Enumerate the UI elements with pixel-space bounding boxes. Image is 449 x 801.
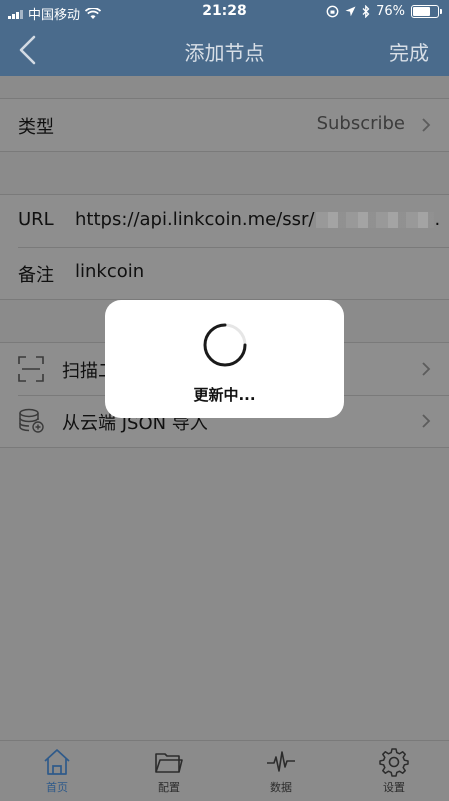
rotation-lock-icon	[326, 5, 339, 18]
note-row[interactable]: 备注 linkcoin	[0, 247, 449, 299]
loading-spinner-icon	[203, 323, 247, 367]
status-bar: 中国移动 21:28 76%	[0, 0, 449, 24]
url-row[interactable]: URL https://api.linkcoin.me/ssr/.	[0, 195, 449, 247]
loading-message: 更新中...	[193, 386, 256, 404]
folder-icon	[155, 753, 183, 773]
home-icon	[44, 749, 70, 775]
note-field[interactable]: linkcoin	[75, 261, 144, 282]
redacted-region	[316, 212, 435, 228]
url-value: https://api.linkcoin.me/ssr/	[75, 209, 315, 230]
tab-settings-label: 设置	[383, 781, 405, 794]
type-value: Subscribe	[316, 113, 405, 134]
url-suffix: .	[434, 209, 441, 230]
battery-icon	[411, 5, 442, 18]
note-label: 备注	[18, 265, 54, 286]
chevron-right-icon	[422, 362, 431, 376]
type-group: 类型 Subscribe	[0, 98, 449, 152]
tab-settings[interactable]: 设置	[364, 747, 424, 795]
url-field[interactable]: https://api.linkcoin.me/ssr/.	[75, 209, 440, 230]
gear-icon	[379, 748, 409, 777]
chevron-right-icon	[422, 118, 431, 132]
database-icon	[19, 408, 44, 433]
tab-bar: 首页 配置 数据 设置	[0, 740, 449, 801]
chevron-right-icon	[422, 414, 431, 428]
battery-fill	[413, 7, 430, 16]
location-icon	[345, 6, 356, 17]
tab-home-label: 首页	[46, 781, 68, 794]
tab-config-label: 配置	[158, 781, 180, 794]
tab-home[interactable]: 首页	[27, 747, 87, 795]
done-button[interactable]: 完成	[389, 37, 429, 66]
bluetooth-icon	[362, 5, 370, 18]
server-group: URL https://api.linkcoin.me/ssr/. 备注 lin…	[0, 194, 449, 300]
tab-data-label: 数据	[270, 781, 292, 794]
page-title: 添加节点	[184, 41, 265, 65]
pulse-icon	[267, 751, 295, 772]
scan-qr-icon	[18, 356, 44, 382]
tab-data[interactable]: 数据	[251, 747, 311, 795]
battery-percent: 76%	[376, 4, 405, 19]
type-row[interactable]: 类型 Subscribe	[0, 99, 449, 151]
tab-config[interactable]: 配置	[139, 747, 199, 795]
type-label: 类型	[18, 117, 54, 138]
loading-dialog: 更新中...	[105, 300, 344, 418]
url-label: URL	[18, 209, 54, 230]
navigation-bar: 添加节点 完成	[0, 24, 449, 76]
status-right: 76%	[326, 4, 442, 19]
